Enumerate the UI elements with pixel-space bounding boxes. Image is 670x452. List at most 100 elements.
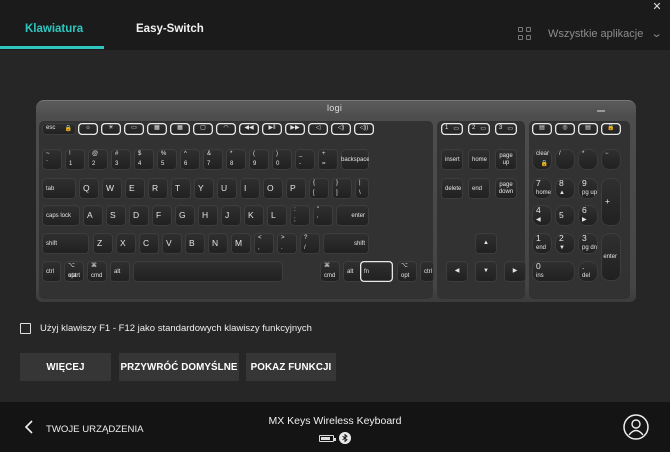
key-0-5-13[interactable]: 0 ins <box>532 261 575 282</box>
key-2-0-15[interactable]: 2 ▭ <box>468 123 490 135</box>
key-3-4-15[interactable]: 3 pg dn <box>578 233 598 254</box>
key-a-3-1[interactable]: A <box>83 205 103 226</box>
key-ctrl-5-9[interactable]: ctrl <box>420 261 434 282</box>
key-shift-4-0[interactable]: shift <box>42 233 89 254</box>
key--1-7[interactable]: & 7 <box>203 149 223 170</box>
key-arrow-down-5-11[interactable]: ▼ <box>475 261 497 282</box>
key-s-3-2[interactable]: S <box>106 205 126 226</box>
key-d-3-3[interactable]: D <box>129 205 149 226</box>
key-9-2-19[interactable]: 9 pg up <box>578 178 598 199</box>
key--4-8[interactable]: <, <box>254 233 274 254</box>
key-context-menu-0-19[interactable]: ▤ <box>578 123 598 135</box>
key--2-20[interactable]: + <box>601 178 621 226</box>
key--1-10[interactable]: ) 0 <box>272 149 292 170</box>
fkey-checkbox[interactable] <box>20 323 31 334</box>
key-play-pause-0-9[interactable]: ▶‖ <box>262 123 282 135</box>
key-f-3-4[interactable]: F <box>152 205 172 226</box>
key-arrow-right-5-12[interactable]: ▶ <box>504 261 526 282</box>
key-y-2-6[interactable]: Y <box>194 178 214 199</box>
key-clear-1-17[interactable]: clear 🔒 <box>532 149 552 170</box>
key-1-0-14[interactable]: 1 ▭ <box>441 123 463 135</box>
key-alt-5-3[interactable]: alt <box>110 261 130 282</box>
key-7-2-17[interactable]: 7 home <box>532 178 552 199</box>
key--5-1[interactable]: ⌥ opt start <box>64 261 84 282</box>
key--1-0[interactable]: ~ ` <box>42 149 62 170</box>
key-arrow-up-4-12[interactable]: ▲ <box>475 233 497 254</box>
key--1-9[interactable]: (9 <box>249 149 269 170</box>
key-6-3-15[interactable]: 6 ▶ <box>578 205 598 226</box>
key-emoji-0-7[interactable]: ◠ <box>216 123 236 135</box>
key--1-2[interactable]: @2 <box>88 149 108 170</box>
key-c-4-3[interactable]: C <box>139 233 159 254</box>
key-next-0-10[interactable]: ▶▶ <box>285 123 305 135</box>
show-functions-button[interactable]: POKAZ FUNKCJI <box>246 353 336 381</box>
key-lock-0-20[interactable]: 🔒 <box>601 123 621 135</box>
key-brightness-down-0-1[interactable]: ☼ <box>78 123 98 135</box>
key--1-1[interactable]: ! 1 <box>65 149 85 170</box>
key-r-2-4[interactable]: R <box>148 178 168 199</box>
key--2-13[interactable]: | \ <box>355 178 369 199</box>
tab-easy-switch[interactable]: Easy-Switch <box>136 23 204 35</box>
key-tab-2-0[interactable]: tab <box>42 178 76 199</box>
key--1-19[interactable]: * <box>578 149 598 170</box>
key-end-2-15[interactable]: end <box>468 178 490 199</box>
key-enter-4-16[interactable]: enter <box>601 233 621 281</box>
key--5-2[interactable]: ⌘ cmd <box>87 261 107 282</box>
key-l-3-9[interactable]: L <box>267 205 287 226</box>
key-u-2-7[interactable]: U <box>217 178 237 199</box>
key-shift-4-11[interactable]: shift <box>323 233 369 254</box>
key-v-4-4[interactable]: V <box>162 233 182 254</box>
key-k-3-8[interactable]: K <box>244 205 264 226</box>
key-w-2-2[interactable]: W <box>102 178 122 199</box>
key-home-1-15[interactable]: home <box>468 149 490 170</box>
key-screenshot-0-18[interactable]: ◎ <box>555 123 575 135</box>
key--3-10[interactable]: :; <box>290 205 310 226</box>
key-backlight-up-0-5[interactable]: ▦ <box>170 123 190 135</box>
key-h-3-6[interactable]: H <box>198 205 218 226</box>
key-1-4-13[interactable]: 1 end <box>532 233 552 254</box>
key-o-2-9[interactable]: O <box>263 178 283 199</box>
key-t-2-5[interactable]: T <box>171 178 191 199</box>
key-g-3-5[interactable]: G <box>175 205 195 226</box>
key-space-5-4[interactable] <box>133 261 283 282</box>
key--4-10[interactable]: ? / <box>300 233 320 254</box>
key-volume-down-0-12[interactable]: ◁) <box>331 123 351 135</box>
key-calculator-0-17[interactable]: ▤ <box>532 123 552 135</box>
key--4-9[interactable]: >. <box>277 233 297 254</box>
key-ctrl-5-0[interactable]: ctrl <box>42 261 61 282</box>
key-caps-lock-3-0[interactable]: caps lock <box>42 205 80 226</box>
key-fn-5-7[interactable]: fn <box>360 261 393 282</box>
key-backlight-down-0-4[interactable]: ▦ <box>147 123 167 135</box>
key--5-8[interactable]: ⌥ opt <box>397 261 417 282</box>
key--3-11[interactable]: " ' <box>313 205 333 226</box>
key-previous-0-8[interactable]: ◀◀ <box>239 123 259 135</box>
key-dictation-0-6[interactable]: ▢ <box>193 123 213 135</box>
key-2-4-14[interactable]: 2 ▼ <box>555 233 575 254</box>
account-icon[interactable] <box>623 414 649 440</box>
key-task-view-0-3[interactable]: ▭ <box>124 123 144 135</box>
key--1-4[interactable]: $4 <box>134 149 154 170</box>
key--5-14[interactable]: . del <box>578 261 598 282</box>
key-z-4-1[interactable]: Z <box>93 233 113 254</box>
key--1-5[interactable]: % 5 <box>157 149 177 170</box>
key--2-12[interactable]: }] <box>332 178 352 199</box>
key-j-3-7[interactable]: J <box>221 205 241 226</box>
key-page-2-16[interactable]: page down <box>495 178 517 199</box>
key-arrow-left-5-10[interactable]: ◀ <box>446 261 468 282</box>
key--1-11[interactable]: _ - <box>295 149 315 170</box>
tab-keyboard[interactable]: Klawiatura <box>25 23 83 35</box>
key-p-2-10[interactable]: P <box>286 178 306 199</box>
key-m-4-7[interactable]: M <box>231 233 251 254</box>
key-n-4-6[interactable]: N <box>208 233 228 254</box>
key-volume-up-0-13[interactable]: ◁)) <box>354 123 374 135</box>
key--5-5[interactable]: ⌘ cmd <box>320 261 340 282</box>
key-b-4-5[interactable]: B <box>185 233 205 254</box>
key--1-8[interactable]: * 8 <box>226 149 246 170</box>
key--1-6[interactable]: ^ 6 <box>180 149 200 170</box>
more-button[interactable]: WIĘCEJ <box>20 353 111 381</box>
key-i-2-8[interactable]: I <box>240 178 260 199</box>
key--2-11[interactable]: {[ <box>309 178 329 199</box>
key-mute-0-11[interactable]: ◁ <box>308 123 328 135</box>
key--1-3[interactable]: #3 <box>111 149 131 170</box>
key-e-2-3[interactable]: E <box>125 178 145 199</box>
